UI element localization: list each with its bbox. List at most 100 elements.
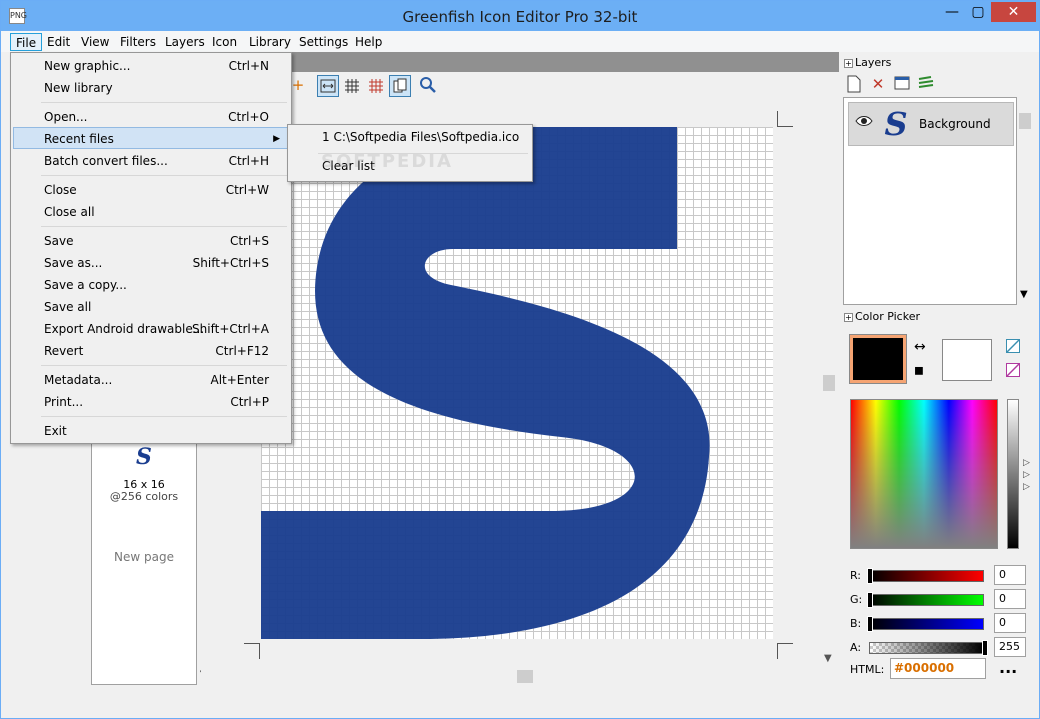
close-button[interactable]: ✕	[991, 2, 1036, 22]
canvas-scroll-down-icon[interactable]: ▼	[824, 653, 832, 664]
inverted-color-icon[interactable]	[1006, 363, 1020, 377]
blue-slider[interactable]	[867, 616, 984, 632]
eye-icon[interactable]	[855, 115, 873, 131]
maximize-button[interactable]: ▢	[965, 2, 991, 22]
menu-save[interactable]: Save Ctrl+S	[13, 230, 289, 252]
menu-shortcut: Ctrl+N	[228, 59, 269, 73]
menu-batch-convert[interactable]: Batch convert files... Ctrl+H	[13, 150, 289, 172]
menu-revert[interactable]: Revert Ctrl+F12	[13, 340, 289, 362]
menu-save-all[interactable]: Save all	[13, 296, 289, 318]
layer-name: Background	[919, 117, 991, 131]
new-page-button[interactable]: New page	[92, 550, 196, 564]
delete-layer-icon[interactable]: ✕	[869, 75, 887, 93]
blue-value-input[interactable]: 0	[994, 613, 1026, 633]
layers-scroll-down-icon[interactable]: ▼	[1020, 289, 1028, 300]
menu-print[interactable]: Print... Ctrl+P	[13, 391, 289, 413]
menu-close-all[interactable]: Close all	[13, 201, 289, 223]
blue-label: B:	[850, 617, 862, 630]
title-bar: PNG Greenfish Icon Editor Pro 32-bit — ▢…	[1, 1, 1039, 31]
color-picker-title: Color Picker	[855, 310, 920, 323]
menu-label: Metadata...	[44, 373, 113, 387]
layers-list: S Background	[843, 97, 1017, 305]
html-color-input[interactable]: #000000	[890, 658, 986, 679]
red-slider[interactable]	[867, 568, 984, 584]
color-picker-header[interactable]: + Color Picker	[844, 310, 920, 323]
menu-label: Export Android drawable...	[44, 322, 205, 336]
secondary-color-swatch[interactable]	[942, 339, 992, 381]
canvas-horizontal-scroll-thumb[interactable]	[517, 670, 533, 683]
color-spectrum[interactable]	[850, 399, 998, 549]
layers-scrollbar[interactable]: ▼	[1017, 97, 1033, 305]
menu-export-android[interactable]: Export Android drawable... Shift+Ctrl+A	[13, 318, 289, 340]
menu-shortcut: Shift+Ctrl+A	[192, 322, 269, 336]
menu-shortcut: Ctrl+S	[229, 234, 269, 248]
primary-color-swatch[interactable]	[849, 334, 907, 384]
menu-shortcut: Ctrl+W	[225, 183, 269, 197]
swap-colors-icon[interactable]: ↔	[914, 339, 926, 355]
menu-settings[interactable]: Settings	[294, 33, 353, 51]
html-color-label: HTML:	[850, 663, 885, 676]
red-value-input[interactable]: 0	[994, 565, 1026, 585]
tile-preview-icon[interactable]	[389, 75, 411, 97]
menu-metadata[interactable]: Metadata... Alt+Enter	[13, 369, 289, 391]
green-slider[interactable]	[867, 592, 984, 608]
menu-label: Save a copy...	[44, 278, 127, 292]
menu-edit[interactable]: Edit	[42, 33, 75, 51]
canvas-vertical-scroll-thumb[interactable]	[823, 375, 835, 391]
menu-label: New library	[44, 81, 113, 95]
alpha-slider[interactable]	[869, 640, 988, 656]
more-options-button[interactable]: ...	[999, 660, 1017, 676]
menu-label: Save	[44, 234, 74, 248]
menu-save-copy[interactable]: Save a copy...	[13, 274, 289, 296]
menu-filters[interactable]: Filters	[115, 33, 161, 51]
green-value-input[interactable]: 0	[994, 589, 1026, 609]
menu-library[interactable]: Library	[244, 33, 296, 51]
menu-new-library[interactable]: New library	[13, 77, 289, 99]
alpha-slider-knob[interactable]	[982, 640, 988, 656]
layers-expander-icon[interactable]: +	[844, 58, 853, 68]
new-layer-icon[interactable]	[845, 75, 863, 93]
menu-new-graphic[interactable]: New graphic... Ctrl+N	[13, 55, 289, 77]
grid-icon[interactable]	[341, 75, 363, 97]
menu-recent-files[interactable]: Recent files ▶	[13, 127, 289, 149]
menu-file[interactable]: File	[10, 33, 43, 51]
zoom-icon[interactable]	[417, 75, 439, 97]
fit-width-icon[interactable]	[317, 75, 339, 97]
menu-bar: File Edit View Filters Layers Icon Libra…	[1, 31, 1039, 52]
menu-icon[interactable]: Icon	[207, 33, 242, 51]
alpha-value-input[interactable]: 255	[994, 637, 1026, 657]
crosshair-grid-icon[interactable]	[365, 75, 387, 97]
letter-s-artwork	[261, 127, 710, 639]
color-picker-expander-icon[interactable]: +	[844, 312, 853, 322]
luminance-bar[interactable]	[1007, 399, 1019, 549]
menu-shortcut: Ctrl+F12	[215, 344, 269, 358]
menu-separator	[41, 226, 287, 227]
luminance-arrows-icon[interactable]: ▷ ▷ ▷	[1023, 457, 1030, 493]
menu-open[interactable]: Open... Ctrl+O	[13, 106, 289, 128]
layers-panel-header[interactable]: + Layers	[844, 56, 891, 69]
menu-shortcut: Shift+Ctrl+S	[192, 256, 269, 270]
menu-close[interactable]: Close Ctrl+W	[13, 179, 289, 201]
menu-save-as[interactable]: Save as... Shift+Ctrl+S	[13, 252, 289, 274]
reset-colors-icon[interactable]: ◼	[914, 363, 924, 377]
merge-layers-icon[interactable]	[917, 75, 935, 93]
app-window: PNG Greenfish Icon Editor Pro 32-bit — ▢…	[0, 0, 1040, 719]
blue-slider-knob[interactable]	[867, 616, 873, 632]
page-thumbnail[interactable]: S	[136, 444, 152, 470]
transparent-color-icon[interactable]	[1006, 339, 1020, 353]
menu-label: New graphic...	[44, 59, 131, 73]
recent-file-1[interactable]: 1 C:\Softpedia Files\Softpedia.ico	[322, 130, 519, 144]
menu-shortcut: Alt+Enter	[210, 373, 269, 387]
layer-properties-icon[interactable]	[893, 75, 911, 93]
pixel-grid-canvas[interactable]	[261, 127, 773, 639]
menu-view[interactable]: View	[76, 33, 114, 51]
red-slider-knob[interactable]	[867, 568, 873, 584]
menu-exit[interactable]: Exit	[13, 420, 289, 442]
layer-row-background[interactable]: S Background	[848, 102, 1014, 146]
menu-layers[interactable]: Layers	[160, 33, 210, 51]
menu-label: Revert	[44, 344, 84, 358]
green-slider-knob[interactable]	[867, 592, 873, 608]
menu-help[interactable]: Help	[350, 33, 387, 51]
minimize-button[interactable]: —	[939, 2, 965, 22]
layers-scroll-thumb[interactable]	[1019, 113, 1031, 129]
